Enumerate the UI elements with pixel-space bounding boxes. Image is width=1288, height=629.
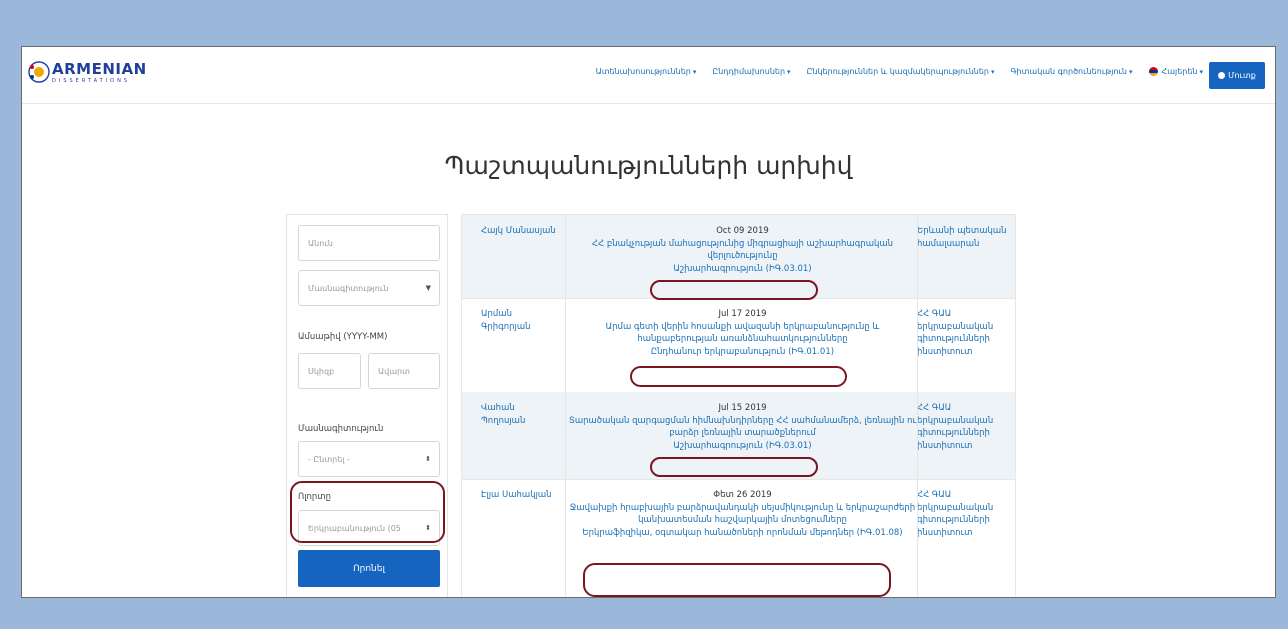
dissertation-cell: Oct 09 2019 ՀՀ բնակչության մահացությունի… <box>565 225 920 275</box>
date-to-placeholder: Ավարտ <box>378 366 410 376</box>
page-title: Պաշտպանությունների արխիվ <box>444 151 853 180</box>
table-row: Արման Գրիգորյան Jul 17 2019 Արմա գետի վե… <box>462 298 1015 393</box>
language-selector[interactable]: Հայերեն ▾ <box>1148 67 1203 76</box>
category-link[interactable]: Ընդհանուր երկրաբանություն (ԻԳ.01.01) <box>651 346 834 359</box>
armenian-flag-icon <box>1148 67 1158 76</box>
chevron-down-icon: ▾ <box>692 68 697 76</box>
site-logo[interactable]: ARMENIAN DISSERTATIONS <box>28 59 147 84</box>
table-row: Հայկ Մանասյան Oct 09 2019 ՀՀ բնակչության… <box>462 215 1015 299</box>
dissertation-title-link[interactable]: Արմա գետի վերին հոսանքի ավազանի երկրաբան… <box>606 322 880 345</box>
nav-dissertations-label: Ատենախոսություններ <box>595 67 691 76</box>
logo-subtext: DISSERTATIONS <box>52 78 131 84</box>
select-arrows-icon: ⬍ <box>425 524 431 532</box>
date-from-input[interactable]: Սկիզբ <box>298 353 361 389</box>
author-link[interactable]: Արման Գրիգորյան <box>481 308 561 333</box>
table-row: Էլյա Սահակյան Փետ 26 2019 Ջավախքի հրաբխա… <box>462 479 1015 597</box>
institution-link[interactable]: ՀՀ ԳԱԱ երկրաբանական գիտությունների ինստի… <box>917 402 1012 452</box>
table-row: Վահան Պողոսյան Jul 15 2019 Տարածական զար… <box>462 392 1015 480</box>
category-link[interactable]: Աշխարհագրություն (ԻԳ.03.01) <box>673 263 811 276</box>
date-from-placeholder: Սկիզբ <box>308 366 335 376</box>
chevron-down-icon: ▾ <box>787 68 791 76</box>
user-icon <box>1218 72 1226 79</box>
author-link[interactable]: Հայկ Մանասյան <box>481 225 561 238</box>
defense-date: Oct 09 2019 <box>716 226 769 236</box>
date-label: Ամսաթիվ (YYYY-MM) <box>298 332 388 342</box>
main-nav: Ատենախոսություններ ▾ Ընդդիմախոսներ ▾ Ընկեր… <box>596 67 1203 76</box>
chevron-down-icon: ▾ <box>991 68 995 76</box>
defense-date: Jul 17 2019 <box>718 309 767 319</box>
dissertation-cell: Jul 17 2019 Արմա գետի վերին հոսանքի ավազ… <box>565 308 920 358</box>
nav-dissertations[interactable]: Ատենախոսություններ ▾ <box>596 67 697 76</box>
institution-link[interactable]: ՀՀ ԳԱԱ երկրաբանական գիտությունների ինստի… <box>917 308 1012 358</box>
column-divider <box>565 215 566 597</box>
date-to-input[interactable]: Ավարտ <box>368 353 440 389</box>
chevron-down-icon: ▼ <box>425 284 431 292</box>
category-link[interactable]: Երկրաֆիզիկա, օգտակար հանածոների որոնման … <box>582 527 902 540</box>
institution-link[interactable]: Երևանի պետական համալսարան <box>917 225 1012 250</box>
specialty-placeholder: Մասնագիտություն <box>308 283 389 293</box>
select-arrows-icon: ⬍ <box>425 455 431 463</box>
nav-organizations[interactable]: Ընկերություններ և կազմակերպություններ ▾ <box>807 67 995 76</box>
branch-label: Ոլորտը <box>298 492 331 502</box>
nav-organizations-label: Ընկերություններ և կազմակերպություններ <box>806 67 989 76</box>
author-link[interactable]: Վահան Պողոսյան <box>481 402 561 427</box>
filter-sidebar: Անուն Մասնագիտություն ▼ Ամսաթիվ (YYYY-MM)… <box>286 214 448 597</box>
institution-link[interactable]: ՀՀ ԳԱԱ երկրաբանական գիտությունների ինստի… <box>917 489 1012 539</box>
language-label: Հայերեն <box>1161 67 1198 76</box>
name-input[interactable]: Անուն <box>298 225 440 261</box>
dissertation-cell: Jul 15 2019 Տարածական զարգացման հիմնախնդ… <box>565 402 920 452</box>
specialty-select[interactable]: - Ընտրել - ⬍ <box>298 441 440 477</box>
specialty-search-select[interactable]: Մասնագիտություն ▼ <box>298 270 440 306</box>
branch-select[interactable]: Երկրաբանություն (05 ⬍ <box>298 510 440 546</box>
logo-icon <box>28 60 50 83</box>
navbar: ARMENIAN DISSERTATIONS Ատենախոսություննե… <box>22 47 1275 104</box>
results-table: Հայկ Մանասյան Oct 09 2019 ՀՀ բնակչության… <box>461 214 1016 597</box>
dissertation-cell: Փետ 26 2019 Ջավախքի հրաբխային բարձրավանդ… <box>565 489 920 539</box>
column-divider <box>917 215 918 597</box>
specialty-label: Մասնագիտություն <box>298 424 384 434</box>
defense-date: Փետ 26 2019 <box>713 490 772 500</box>
nav-scientific-activity[interactable]: Գիտական գործունեություն ▾ <box>1011 67 1133 76</box>
dissertation-title-link[interactable]: ՀՀ բնակչության մահացությունից միգրացիայի… <box>592 239 893 262</box>
logo-text: ARMENIAN <box>52 60 147 78</box>
dissertation-title-link[interactable]: Տարածական զարգացման հիմնախնդիրները ՀՀ սա… <box>569 416 916 439</box>
chevron-down-icon: ▾ <box>1128 68 1133 76</box>
dissertation-title-link[interactable]: Ջավախքի հրաբխային բարձրավանդակի սեյսմիկո… <box>570 503 915 526</box>
branch-value: Երկրաբանություն (05 <box>308 523 401 533</box>
login-button[interactable]: Մուտք <box>1209 62 1265 89</box>
nav-scientific-activity-label: Գիտական գործունեություն <box>1010 67 1127 76</box>
chevron-down-icon: ▾ <box>1199 68 1203 76</box>
author-link[interactable]: Էլյա Սահակյան <box>481 489 561 502</box>
name-placeholder: Անուն <box>308 238 333 248</box>
nav-opponents-label: Ընդդիմախոսներ <box>712 67 786 76</box>
browser-page: ARMENIAN DISSERTATIONS Ատենախոսություննե… <box>21 46 1276 598</box>
specialty-value: - Ընտրել - <box>308 454 350 464</box>
category-link[interactable]: Աշխարհագրություն (ԻԳ.03.01) <box>673 440 811 453</box>
search-button[interactable]: Որոնել <box>298 550 440 587</box>
login-label: Մուտք <box>1228 71 1256 80</box>
defense-date: Jul 15 2019 <box>718 403 767 413</box>
nav-opponents[interactable]: Ընդդիմախոսներ ▾ <box>712 67 790 76</box>
